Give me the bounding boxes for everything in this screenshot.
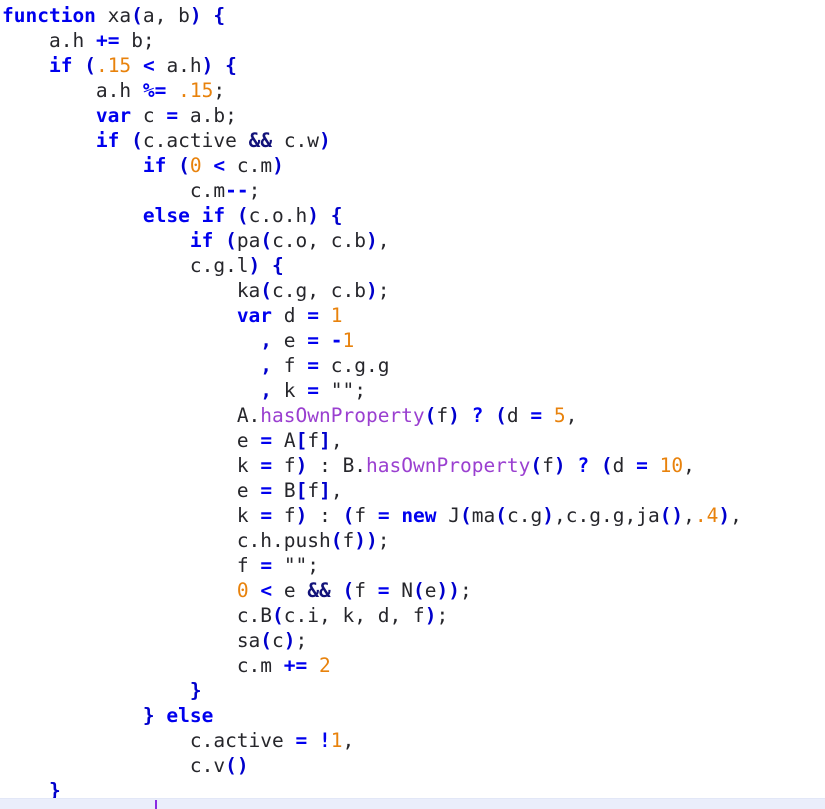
- code-line: var d = 1: [236, 304, 343, 327]
- code-line: a.h %= .15;: [95, 79, 226, 102]
- code-line: , e = -1: [260, 329, 355, 352]
- status-bar: [0, 798, 825, 809]
- code-line: , f = c.g.g: [260, 354, 390, 377]
- code-line: e = A[f],: [236, 429, 343, 452]
- code-line: }: [189, 679, 202, 702]
- code-line: k = f) : B.hasOwnProperty(f) ? (d = 10,: [236, 454, 695, 477]
- code-line: , k = "";: [260, 379, 367, 402]
- code-line: if (.15 < a.h) {: [48, 54, 237, 77]
- code-content[interactable]: function xa(a, b) { a.h += b; if (.15 < …: [2, 3, 825, 803]
- code-line: sa(c);: [236, 629, 308, 652]
- code-line: if (0 < c.m): [142, 154, 284, 177]
- code-line: if (c.active && c.w): [95, 129, 331, 152]
- code-line: } else: [142, 704, 214, 727]
- code-line: c.active = !1,: [189, 729, 355, 752]
- code-line: c.h.push(f));: [236, 529, 390, 552]
- status-caret-marker: [155, 800, 157, 809]
- code-line: A.hasOwnProperty(f) ? (d = 5,: [236, 404, 578, 427]
- code-line: c.B(c.i, k, d, f);: [236, 604, 449, 627]
- code-line: function xa(a, b) {: [2, 4, 226, 27]
- code-line: if (pa(c.o, c.b),: [189, 229, 390, 252]
- code-line: else if (c.o.h) {: [142, 204, 343, 227]
- code-line: 0 < e && (f = N(e));: [236, 579, 472, 602]
- code-line: var c = a.b;: [95, 104, 237, 127]
- code-line: e = B[f],: [236, 479, 343, 502]
- code-line: a.h += b;: [48, 29, 155, 52]
- code-line: k = f) : (f = new J(ma(c.g),c.g.g,ja(),.…: [236, 504, 742, 527]
- code-line: c.m += 2: [236, 654, 331, 677]
- code-viewer: function xa(a, b) { a.h += b; if (.15 < …: [0, 0, 825, 809]
- code-line: f = "";: [236, 554, 320, 577]
- code-line: c.v(): [189, 754, 249, 777]
- code-line: ka(c.g, c.b);: [236, 279, 390, 302]
- code-line: c.m--;: [189, 179, 261, 202]
- code-line: c.g.l) {: [189, 254, 284, 277]
